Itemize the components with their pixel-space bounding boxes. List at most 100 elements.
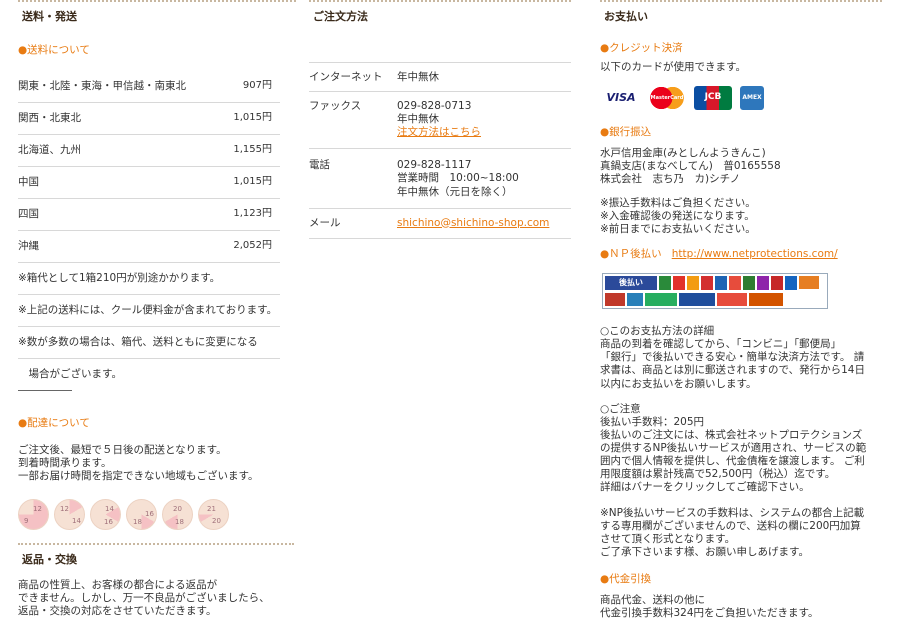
np-details-line: 「銀行」で後払いできる安心・簡単な決済方法です。 請 bbox=[600, 351, 865, 364]
mastercard-icon: MasterCard bbox=[648, 86, 686, 110]
bank-note: ※前日までにお支払いください。 bbox=[600, 222, 756, 235]
np-caution-line: 後払い手数料：205円 bbox=[600, 415, 705, 428]
divider bbox=[18, 389, 72, 391]
phone-number: 029-828-1117 bbox=[397, 159, 472, 172]
np-fee-line: させて頂く形式となります。 bbox=[600, 532, 736, 545]
shipping-title: 送料・発送 bbox=[22, 10, 77, 23]
clock-icon: 14 16 bbox=[90, 499, 121, 531]
price-value: 1,015円 bbox=[233, 112, 272, 124]
np-fee-line: ※NP後払いサービスの手数料は、システムの都合上記載 bbox=[600, 506, 865, 519]
order-method-label: インターネット bbox=[309, 70, 383, 83]
np-details-line: 商品の到着を確認してから、「コンビニ」「郵便局」 bbox=[600, 338, 842, 351]
returns-line: 商品の性質上、お客様の都合による返品が bbox=[18, 579, 218, 592]
cod-heading: ●代金引換 bbox=[600, 573, 652, 585]
returns-line: できません。しかし、万一不良品がございましたら、 bbox=[18, 592, 270, 605]
table-row: 北海道、九州 1,155円 bbox=[18, 135, 280, 167]
clock-icon: 20 18 bbox=[162, 499, 193, 531]
np-caution-line: 後払いのご注文には、株式会社ネットプロテクションズ bbox=[600, 428, 863, 441]
np-caution-line: 囲内で個人情報を提供し、代金債権を譲渡します。 ご利 bbox=[600, 455, 865, 468]
table-row: インターネット 年中無休 bbox=[309, 61, 571, 92]
delivery-line: 一部お届け時間を指定できない地域もございます。 bbox=[18, 470, 259, 483]
credit-heading: ●クレジット決済 bbox=[600, 41, 683, 54]
np-fee-note: ※NP後払いサービスの手数料は、システムの都合上記載 する専用欄がございませんの… bbox=[600, 507, 882, 560]
order-method-label: メール bbox=[309, 216, 341, 229]
np-link[interactable]: http://www.netprotections.com/ bbox=[672, 248, 838, 260]
order-title: ご注文方法 bbox=[313, 10, 368, 23]
divider bbox=[600, 0, 882, 2]
returns-text: 商品の性質上、お客様の都合による返品が できません。しかし、万一不良品がございま… bbox=[18, 579, 296, 618]
cod-line: 商品代金、送料の他に bbox=[600, 594, 705, 607]
clock-icon: 21 20 bbox=[198, 499, 229, 531]
bank-notes: ※振込手数料はご負担ください。 ※入金確認後の発送になります。 ※前日までにお支… bbox=[600, 197, 882, 236]
order-method-label: 電話 bbox=[309, 159, 330, 172]
delivery-line: 到着時間承ります。 bbox=[18, 457, 112, 470]
business-hours: 営業時間 10:00~18:00 bbox=[397, 172, 519, 185]
np-caution-line: の提供するNP後払いサービスが適用され、サービスの範 bbox=[600, 442, 867, 454]
price-value: 2,052円 bbox=[233, 240, 272, 252]
order-method-value: 年中無休（元日を除く） bbox=[397, 185, 513, 198]
order-column: ご注文方法 インターネット 年中無休 ファックス 029-828-0713 年中… bbox=[309, 0, 571, 239]
shipping-fee-heading: ●送料について bbox=[18, 43, 90, 56]
fax-number: 029-828-0713 bbox=[397, 99, 472, 112]
price-value: 1,015円 bbox=[233, 176, 272, 188]
clock-icon: 16 18 bbox=[126, 499, 157, 531]
card-logos: VISA MasterCard JCB AMEX bbox=[602, 86, 882, 110]
cod-info: 商品代金、送料の他に 代金引換手数料324円をご負担いただきます。 bbox=[600, 594, 882, 620]
np-details: ○このお支払方法の詳細 商品の到着を確認してから、「コンビニ」「郵便局」 「銀行… bbox=[600, 325, 882, 391]
table-row: 関東・北陸・東海・甲信越・南東北 907円 bbox=[18, 71, 280, 103]
np-caution-line: 用限度額は累計残高で52,500円（税込）迄です。 bbox=[600, 468, 836, 481]
shipping-column: 送料・発送 ●送料について 関東・北陸・東海・甲信越・南東北 907円 関西・北… bbox=[18, 0, 296, 619]
bank-line: 水戸信用金庫(みとしんようきんこ) bbox=[600, 147, 766, 160]
delivery-text: ご注文後、最短で５日後の配送となります。 到着時間承ります。 一部お届け時間を指… bbox=[18, 444, 296, 483]
payment-column: お支払い ●クレジット決済 以下のカードが使用できます。 VISA Master… bbox=[600, 0, 882, 620]
divider bbox=[18, 0, 296, 2]
np-badge: 後払い bbox=[605, 276, 657, 290]
payment-title: お支払い bbox=[604, 10, 648, 23]
np-details-line: 以内にお支払いをお願いします。 bbox=[600, 377, 757, 390]
returns-title: 返品・交換 bbox=[22, 553, 77, 567]
np-fee-line: ご了承下さいます様、お願い申しあげます。 bbox=[600, 545, 809, 558]
clock-icon: 12 9 bbox=[18, 499, 49, 531]
bank-info: 水戸信用金庫(みとしんようきんこ) 真鍋支店(まなべしてん) 普0165558 … bbox=[600, 147, 882, 186]
jcb-icon: JCB bbox=[694, 86, 732, 110]
divider bbox=[18, 543, 294, 546]
bank-line: 真鍋支店(まなべしてん) 普0165558 bbox=[600, 160, 781, 173]
np-banner[interactable]: 後払い bbox=[602, 273, 828, 309]
np-details-line: 求書は、商品とは別に郵送されますので、発行から14日 bbox=[600, 364, 865, 377]
delivery-time-slots: 12 9 12 14 14 16 16 18 20 18 21 20 bbox=[18, 499, 296, 531]
bank-line: 株式会社 志ち乃 カ)シチノ bbox=[600, 173, 741, 186]
np-caution-line: 詳細はバナーをクリックしてご確認下さい。 bbox=[600, 481, 810, 494]
table-row: 沖縄 2,052円 bbox=[18, 231, 280, 263]
np-details-heading: ○このお支払方法の詳細 bbox=[600, 325, 715, 337]
shipping-note: 場合がございます。 bbox=[18, 367, 122, 380]
divider bbox=[309, 0, 571, 2]
bank-heading: ●銀行振込 bbox=[600, 126, 652, 138]
table-row: ファックス 029-828-0713 年中無休 注文方法はこちら bbox=[309, 92, 571, 150]
region-label: 関西・北東北 bbox=[18, 111, 81, 124]
np-heading: ●ＮＰ後払い http://www.netprotections.com/ bbox=[600, 247, 838, 260]
order-method-label: ファックス bbox=[309, 99, 362, 112]
cod-line: 代金引換手数料324円をご負担いただきます。 bbox=[600, 607, 819, 620]
table-row: 中国 1,015円 bbox=[18, 167, 280, 199]
np-caution-heading: ○ご注意 bbox=[600, 402, 641, 415]
region-label: 沖縄 bbox=[18, 239, 39, 252]
bank-note: ※入金確認後の発送になります。 bbox=[600, 209, 755, 222]
visa-icon: VISA bbox=[606, 91, 636, 105]
returns-line: 返品・交換の対応をさせていただきます。 bbox=[18, 605, 217, 618]
table-row: メール shichino@shichino-shop.com bbox=[309, 209, 571, 239]
email-link[interactable]: shichino@shichino-shop.com bbox=[397, 217, 549, 229]
clock-icon: 12 14 bbox=[54, 499, 85, 531]
shipping-note: ※箱代として1箱210円が別途かかります。 bbox=[18, 263, 280, 295]
shipping-note: ※数が多数の場合は、箱代、送料ともに変更になる bbox=[18, 327, 280, 359]
region-label: 関東・北陸・東海・甲信越・南東北 bbox=[18, 79, 186, 92]
region-label: 中国 bbox=[18, 175, 39, 188]
table-row: 電話 029-828-1117 営業時間 10:00~18:00 年中無休（元日… bbox=[309, 149, 571, 209]
delivery-heading: ●配達について bbox=[18, 416, 90, 429]
credit-text: 以下のカードが使用できます。 bbox=[600, 60, 746, 73]
order-method-link[interactable]: 注文方法はこちら bbox=[397, 126, 481, 138]
bank-note: ※振込手数料はご負担ください。 bbox=[600, 196, 756, 209]
region-label: 北海道、九州 bbox=[18, 143, 81, 156]
price-value: 1,123円 bbox=[233, 208, 272, 220]
table-row: 四国 1,123円 bbox=[18, 199, 280, 231]
shipping-fee-table: 関東・北陸・東海・甲信越・南東北 907円 関西・北東北 1,015円 北海道、… bbox=[18, 71, 296, 390]
